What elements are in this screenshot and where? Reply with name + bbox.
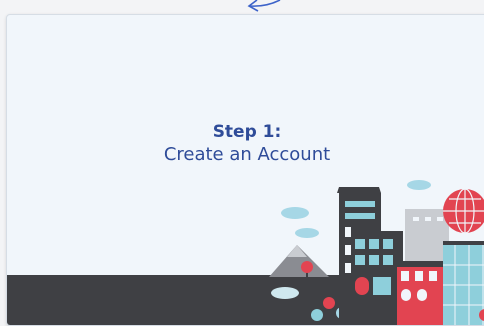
shop-building <box>395 261 445 325</box>
city-illustration <box>7 180 484 325</box>
step-number-label: Step 1: <box>212 122 282 142</box>
step-description: Create an Account <box>163 144 331 165</box>
step-heading: Step 1: Create an Account <box>7 121 484 167</box>
office-building <box>351 231 403 325</box>
glass-building <box>443 241 484 325</box>
step-card[interactable]: Step 1: Create an Account <box>6 14 484 326</box>
globe-icon <box>443 188 484 234</box>
